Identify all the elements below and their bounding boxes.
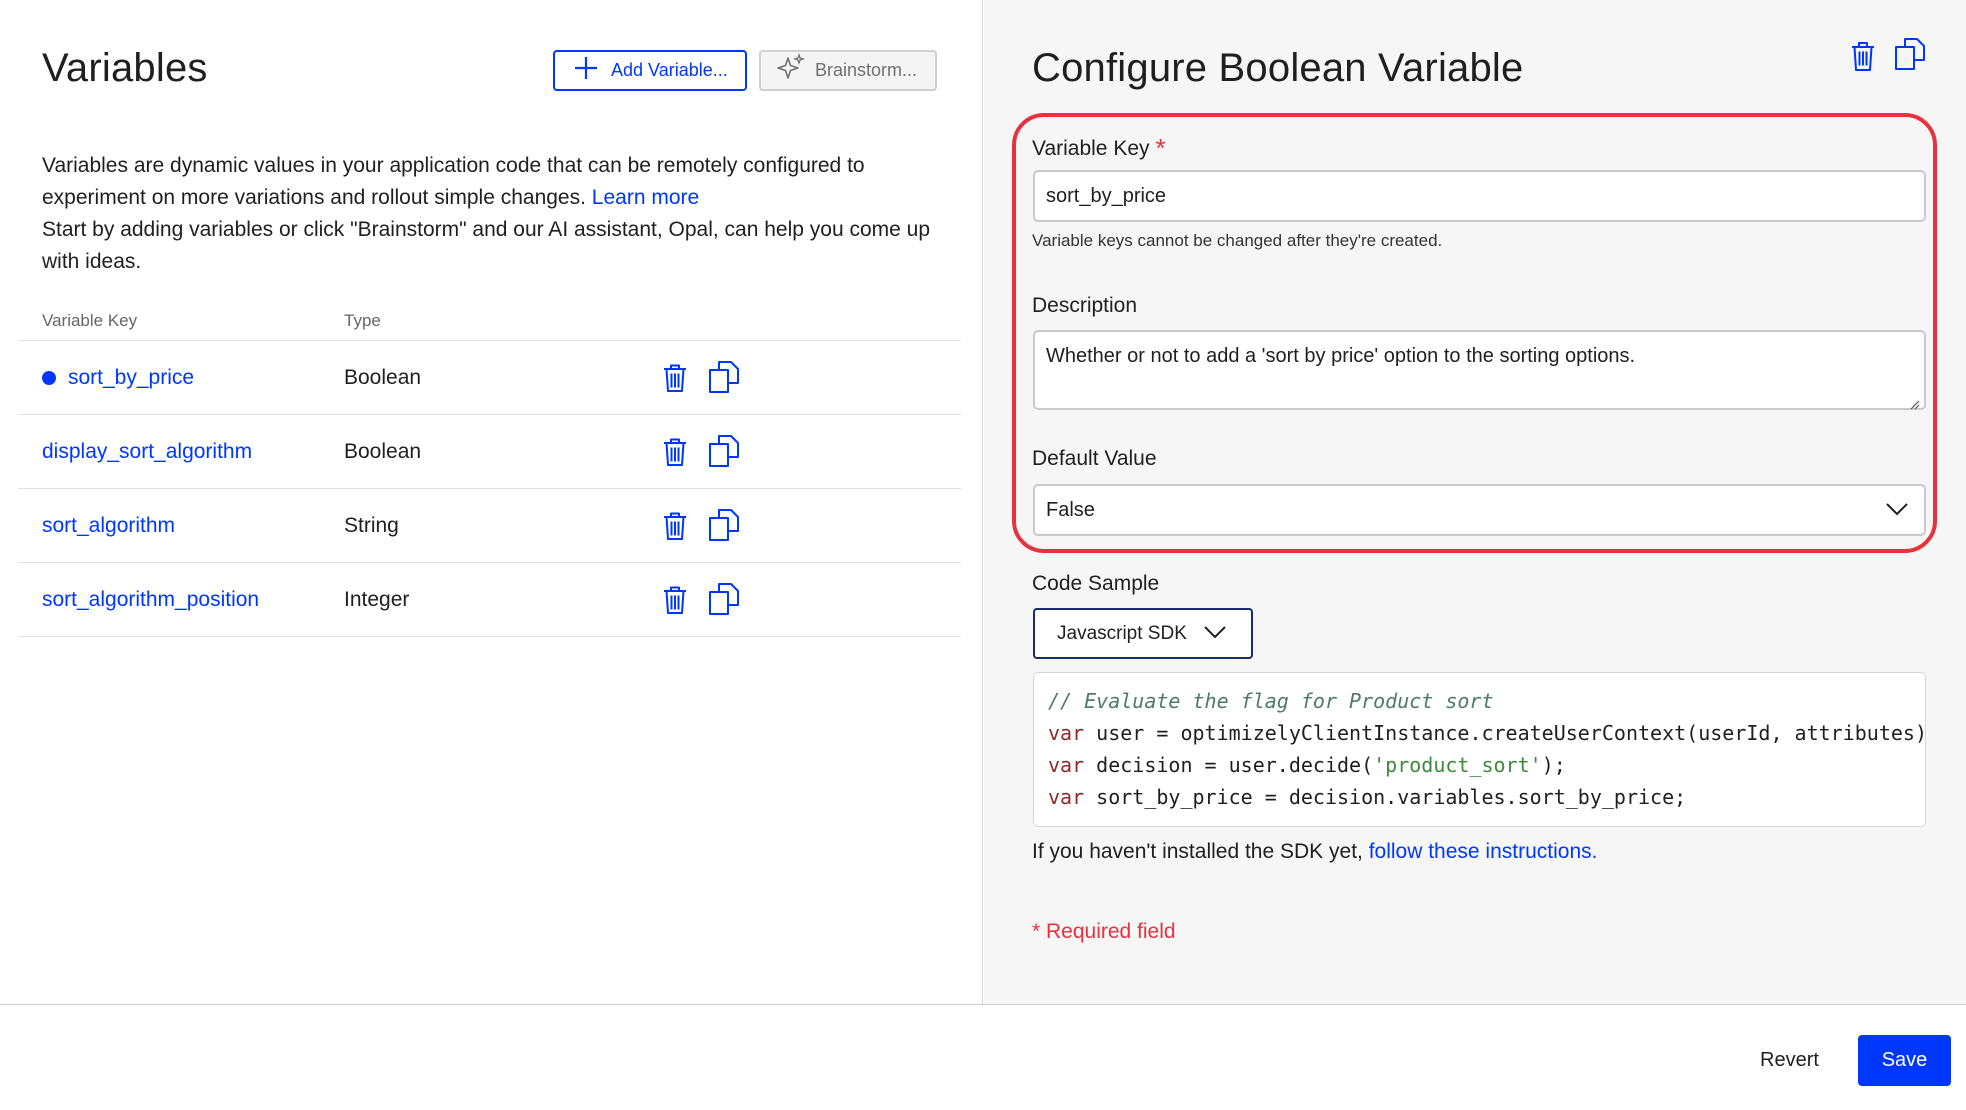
install-text: If you haven't installed the SDK yet, bbox=[1032, 840, 1369, 863]
trash-icon[interactable] bbox=[658, 435, 692, 469]
trash-icon[interactable] bbox=[658, 509, 692, 543]
code-text: ); bbox=[1541, 753, 1566, 777]
trash-icon[interactable] bbox=[1846, 38, 1880, 74]
row-key-cell: sort_by_price bbox=[42, 341, 194, 415]
column-header-type: Type bbox=[344, 311, 381, 330]
copy-icon[interactable] bbox=[706, 507, 742, 543]
code-keyword: var bbox=[1048, 785, 1085, 809]
row-key-cell: sort_algorithm bbox=[42, 489, 175, 563]
intro-line-1: Variables are dynamic values in your app… bbox=[42, 154, 865, 209]
resize-grip-icon[interactable] bbox=[1908, 392, 1920, 410]
footer-bar: Revert Save bbox=[0, 1004, 1966, 1110]
copy-icon[interactable] bbox=[706, 433, 742, 469]
sdk-select-label: Javascript SDK bbox=[1057, 622, 1187, 644]
code-sample-block[interactable]: // Evaluate the flag for Product sort va… bbox=[1033, 672, 1926, 827]
variables-pane: Variables Add Variable... Brainstorm... … bbox=[0, 0, 983, 1004]
variable-key-link[interactable]: sort_algorithm bbox=[42, 514, 175, 538]
table-row[interactable]: display_sort_algorithm Boolean bbox=[18, 415, 961, 489]
variable-type: String bbox=[344, 514, 399, 537]
table-row[interactable]: sort_algorithm String bbox=[18, 489, 961, 563]
copy-icon[interactable] bbox=[706, 359, 742, 395]
revert-button[interactable]: Revert bbox=[1748, 1035, 1831, 1085]
variable-key-field[interactable]: sort_by_price bbox=[1033, 170, 1926, 222]
table-row[interactable]: sort_by_price Boolean bbox=[18, 341, 961, 415]
code-text: user = optimizelyClientInstance.createUs… bbox=[1084, 721, 1926, 745]
code-keyword: var bbox=[1048, 753, 1085, 777]
brainstorm-button[interactable]: Brainstorm... bbox=[759, 50, 937, 91]
add-variable-label: Add Variable... bbox=[611, 60, 728, 80]
variable-key-link[interactable]: sort_by_price bbox=[68, 366, 194, 390]
copy-icon[interactable] bbox=[706, 581, 742, 617]
configure-variable-pane: Configure Boolean Variable Variable Key *… bbox=[984, 0, 1966, 1004]
add-variable-button[interactable]: Add Variable... bbox=[553, 50, 747, 91]
code-string: 'product_sort' bbox=[1373, 753, 1542, 777]
column-header-key: Variable Key bbox=[42, 311, 138, 330]
install-note: If you haven't installed the SDK yet, fo… bbox=[1032, 840, 1597, 864]
sparkle-icon bbox=[775, 52, 807, 89]
variable-key-link[interactable]: sort_algorithm_position bbox=[42, 588, 259, 612]
variable-key-label-text: Variable Key bbox=[1032, 137, 1150, 160]
copy-icon[interactable] bbox=[1892, 36, 1928, 72]
chevron-down-icon bbox=[1203, 623, 1227, 645]
save-button[interactable]: Save bbox=[1858, 1035, 1951, 1086]
table-row[interactable]: sort_algorithm_position Integer bbox=[18, 563, 961, 637]
variable-key-label: Variable Key * bbox=[1032, 133, 1166, 164]
learn-more-link[interactable]: Learn more bbox=[592, 186, 699, 209]
page-title: Variables bbox=[42, 46, 208, 90]
plus-icon bbox=[571, 53, 601, 88]
row-key-cell: display_sort_algorithm bbox=[42, 415, 252, 489]
variable-key-hint: Variable keys cannot be changed after th… bbox=[1032, 231, 1443, 250]
code-text: decision = user.decide( bbox=[1084, 753, 1374, 777]
chevron-down-icon bbox=[1885, 499, 1913, 522]
description-label: Description bbox=[1032, 294, 1138, 317]
code-keyword: var bbox=[1048, 721, 1085, 745]
variable-key-link[interactable]: display_sort_algorithm bbox=[42, 440, 252, 464]
install-instructions-link[interactable]: follow these instructions. bbox=[1369, 840, 1598, 863]
configure-title: Configure Boolean Variable bbox=[1032, 46, 1524, 90]
code-sample-label: Code Sample bbox=[1032, 572, 1160, 595]
default-value-label: Default Value bbox=[1032, 447, 1157, 470]
table-header: Variable Key Type bbox=[18, 305, 961, 341]
code-comment: // Evaluate the flag for Product sort bbox=[1048, 689, 1494, 713]
intro-text: Variables are dynamic values in your app… bbox=[42, 150, 942, 278]
variable-type: Integer bbox=[344, 588, 410, 611]
row-key-cell: sort_algorithm_position bbox=[42, 563, 259, 637]
description-value: Whether or not to add a 'sort by price' … bbox=[1046, 345, 1636, 367]
brainstorm-label: Brainstorm... bbox=[815, 60, 918, 80]
variable-type: Boolean bbox=[344, 440, 422, 463]
default-value-selected: False bbox=[1046, 498, 1095, 521]
trash-icon[interactable] bbox=[658, 583, 692, 617]
intro-line-2: Start by adding variables or click "Brai… bbox=[42, 218, 931, 273]
description-field[interactable]: Whether or not to add a 'sort by price' … bbox=[1033, 330, 1926, 410]
sdk-select-button[interactable]: Javascript SDK bbox=[1033, 608, 1253, 659]
trash-icon[interactable] bbox=[658, 361, 692, 395]
variable-key-value: sort_by_price bbox=[1046, 184, 1167, 207]
required-field-note: * Required field bbox=[1032, 920, 1176, 943]
code-text: sort_by_price = decision.variables.sort_… bbox=[1084, 785, 1687, 809]
variable-type: Boolean bbox=[344, 366, 422, 389]
default-value-select[interactable]: False bbox=[1033, 484, 1926, 536]
selected-dot-icon bbox=[42, 371, 56, 385]
required-star: * bbox=[1155, 133, 1166, 163]
